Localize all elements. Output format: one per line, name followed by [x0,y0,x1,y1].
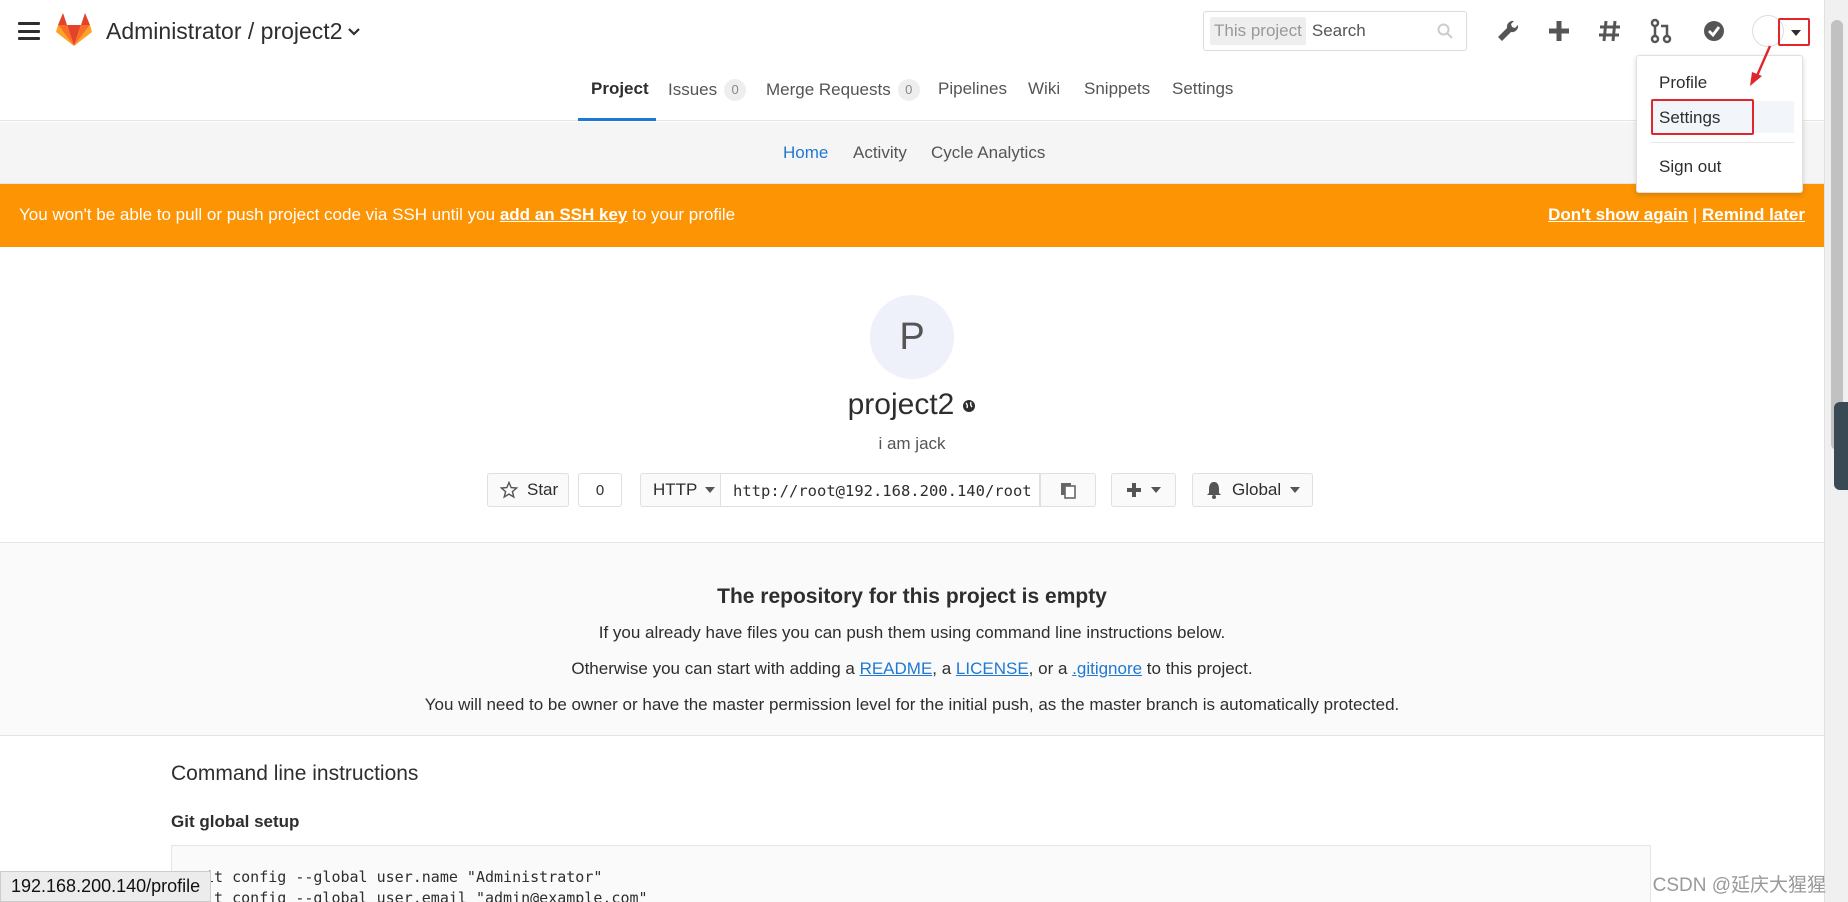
line2-text-pre: Otherwise you can start with adding a [571,659,860,678]
remind-later-link[interactable]: Remind later [1702,205,1805,224]
new-item-dropdown[interactable] [1111,473,1176,507]
project-nav: Project Issues 0 Merge Requests 0 Pipeli… [0,63,1824,121]
tab-snippets[interactable]: Snippets [1084,79,1150,99]
ssh-key-banner: You won't be able to pull or push projec… [0,184,1824,247]
tab-wiki-label: Wiki [1028,79,1061,98]
banner-message: You won't be able to pull or push projec… [19,205,735,225]
todo-check-icon[interactable] [1701,18,1727,44]
merge-request-icon[interactable] [1648,18,1674,44]
line2-text-post: to this project. [1142,659,1253,678]
protocol-dropdown[interactable]: HTTP [640,473,721,507]
tab-snippets-label: Snippets [1084,79,1151,98]
caret-down-icon [1150,487,1161,493]
star-count[interactable]: 0 [578,473,622,507]
readme-link[interactable]: README [860,659,933,678]
side-widget[interactable] [1834,402,1848,490]
project-subnav: Home Activity Cycle Analytics [0,122,1824,184]
project-name: project2 [847,388,955,421]
dropdown-profile[interactable]: Profile [1659,73,1707,93]
status-bar-url: 192.168.200.140/profile [0,871,212,902]
notification-dropdown[interactable]: Global [1192,473,1313,507]
user-dropdown: Profile Settings Sign out [1636,55,1803,193]
breadcrumb[interactable]: Administrator / project2 [106,18,361,45]
caret-down-icon [1290,487,1301,493]
dropdown-signout[interactable]: Sign out [1659,157,1721,177]
gitignore-link[interactable]: .gitignore [1072,659,1142,678]
search-icon [1437,23,1453,39]
user-menu-toggle[interactable] [1778,18,1810,46]
command-line-instructions-title: Command line instructions [171,762,419,785]
tab-settings-label: Settings [1172,79,1234,98]
hash-icon[interactable] [1597,18,1623,44]
issues-count-badge: 0 [724,79,747,101]
caret-down-icon [705,487,716,493]
tab-project-label: Project [591,79,649,98]
tab-merge-requests-label: Merge Requests [766,80,891,99]
star-button-label: Star [527,480,559,499]
empty-repository-line2: Otherwise you can start with adding a RE… [0,659,1824,679]
project-title: project2 [0,388,1824,422]
chevron-down-icon [348,27,361,36]
subtab-home[interactable]: Home [783,143,828,163]
license-link[interactable]: LICENSE [956,659,1029,678]
protocol-label: HTTP [653,480,698,499]
gitlab-logo-icon[interactable] [56,13,92,47]
empty-repository-panel: The repository for this project is empty… [0,542,1824,736]
git-global-setup-title: Git global setup [171,812,300,831]
clone-url-input[interactable]: http://root@192.168.200.140/root [720,473,1040,507]
scrollbar-thumb[interactable] [1831,20,1843,450]
plus-icon[interactable] [1546,18,1572,44]
tab-pipelines[interactable]: Pipelines [938,79,1007,99]
banner-actions: Don't show again | Remind later [1548,205,1805,225]
add-ssh-key-link[interactable]: add an SSH key [500,205,628,224]
notification-label: Global [1232,480,1282,499]
search-scope-label: This project [1210,17,1306,45]
active-tab-underline [578,118,656,121]
tab-issues-label: Issues [668,80,718,99]
copy-url-button[interactable] [1040,473,1096,507]
search-box[interactable]: This project Search [1203,11,1467,51]
empty-repository-heading: The repository for this project is empty [717,585,1107,608]
empty-repository-line3: You will need to be owner or have the ma… [424,695,1400,714]
tab-settings[interactable]: Settings [1172,79,1233,99]
git-setup-code-block: git config --global user.name "Administr… [171,845,1651,902]
tab-issues[interactable]: Issues 0 [668,79,747,101]
star-button[interactable]: Star [487,473,569,507]
menu-icon[interactable] [18,22,40,40]
banner-text-pre: You won't be able to pull or push projec… [19,205,500,224]
subtab-activity[interactable]: Activity [853,143,907,163]
star-icon [500,481,518,499]
line2-text-a: , a [932,659,956,678]
top-header: Administrator / project2 This project Se… [0,0,1824,63]
plus-icon [1126,483,1141,497]
breadcrumb-text: Administrator / project2 [106,18,343,44]
empty-repository-line1: If you already have files you can push t… [598,623,1226,642]
banner-text-post: to your profile [627,205,736,224]
code-line-2: git config --global user.email "admin@ex… [196,889,648,902]
project-avatar: P [870,295,954,379]
settings-annotation-box [1651,99,1754,135]
banner-separator: | [1688,205,1703,224]
tab-project[interactable]: Project [591,79,649,99]
tab-pipelines-label: Pipelines [938,79,1007,98]
watermark: CSDN @延庆大猩猩 [1652,875,1826,896]
annotation-arrow-icon [1750,45,1772,86]
line2-text-b: , or a [1028,659,1073,678]
clipboard-icon [1061,483,1076,499]
globe-icon [963,400,976,413]
page: Administrator / project2 This project Se… [0,0,1848,902]
tab-merge-requests[interactable]: Merge Requests 0 [766,79,920,101]
bell-icon [1207,482,1221,499]
project-description: i am jack [878,434,946,453]
wrench-icon[interactable] [1495,18,1521,44]
tab-wiki[interactable]: Wiki [1028,79,1060,99]
code-line-1: git config --global user.name "Administr… [196,868,603,886]
caret-down-icon [1791,30,1801,36]
subtab-cycle-analytics[interactable]: Cycle Analytics [931,143,1045,163]
merge-requests-count-badge: 0 [897,79,920,101]
dont-show-again-link[interactable]: Don't show again [1548,205,1688,224]
dropdown-divider [1651,142,1794,143]
